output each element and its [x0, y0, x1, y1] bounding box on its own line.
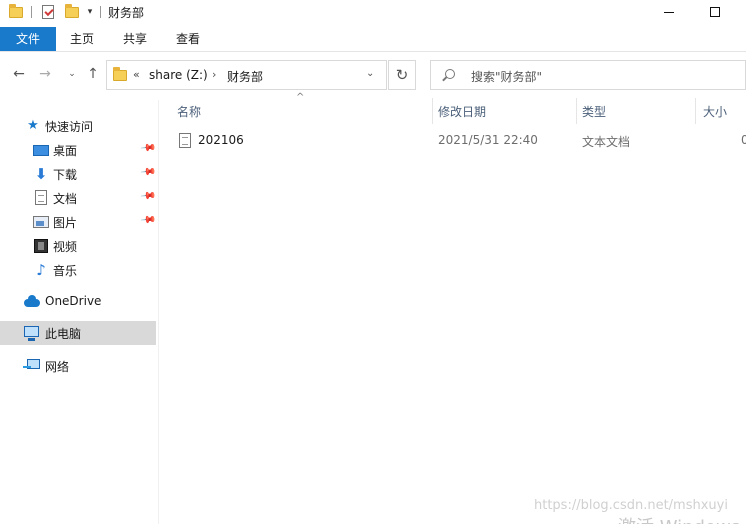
- title-bar: ▾ 财务部: [0, 0, 746, 24]
- file-type: 文本文档: [582, 135, 631, 149]
- column-divider[interactable]: [576, 98, 577, 124]
- desktop-icon: [33, 145, 49, 156]
- divider: [100, 6, 101, 18]
- file-modified: 2021/5/31 22:40: [438, 133, 538, 147]
- documents-icon: [35, 190, 47, 205]
- sidebar-item-pictures[interactable]: 图片 📌: [0, 210, 157, 234]
- folder-icon: [113, 67, 127, 81]
- sidebar-item-label: 图片: [53, 216, 78, 230]
- address-segment-folder[interactable]: 财务部: [227, 68, 263, 85]
- pin-icon[interactable]: 📌: [140, 212, 157, 228]
- new-folder-icon[interactable]: [64, 3, 80, 20]
- chevron-down-icon[interactable]: ▾: [84, 4, 96, 20]
- search-placeholder: 搜索"财务部": [471, 70, 543, 84]
- tab-file[interactable]: 文件: [0, 27, 56, 51]
- pictures-icon: [33, 216, 49, 228]
- forward-arrow-icon[interactable]: →: [37, 66, 53, 82]
- sidebar-item-documents[interactable]: 文档 📌: [0, 186, 157, 210]
- sidebar-item-quick-access[interactable]: ★ 快速访问: [0, 114, 156, 138]
- sidebar-item-label: 网络: [45, 360, 70, 374]
- column-divider[interactable]: [432, 98, 433, 124]
- sort-ascending-icon: ^: [296, 92, 305, 103]
- column-header-name[interactable]: 名称: [177, 103, 201, 125]
- column-header-type[interactable]: 类型: [582, 103, 606, 125]
- pin-icon[interactable]: 📌: [140, 140, 157, 156]
- sidebar-item-this-pc[interactable]: 此电脑: [0, 321, 156, 345]
- activation-watermark: 激活 Windows: [618, 513, 740, 524]
- music-icon: ♪: [36, 261, 46, 279]
- pane-divider: [158, 100, 159, 524]
- sidebar-item-network[interactable]: 网络: [0, 354, 156, 378]
- star-icon: ★: [27, 118, 39, 133]
- address-bar[interactable]: « share (Z:) › 财务部 ⌄: [106, 60, 387, 90]
- videos-icon: [34, 239, 48, 253]
- address-separator-icon[interactable]: ›: [212, 68, 216, 81]
- network-icon: [23, 359, 40, 369]
- properties-icon[interactable]: [40, 4, 56, 20]
- back-arrow-icon[interactable]: ←: [11, 66, 27, 82]
- sidebar-item-label: 下载: [53, 168, 78, 182]
- sidebar-item-label: OneDrive: [45, 294, 102, 308]
- sidebar-item-label: 文档: [53, 192, 78, 206]
- sidebar-item-label: 视频: [53, 240, 78, 254]
- sidebar-item-label: 桌面: [53, 144, 78, 158]
- sidebar-item-downloads[interactable]: ⬇ 下载 📌: [0, 162, 157, 186]
- sidebar-item-label: 音乐: [53, 264, 78, 278]
- file-name: 202106: [198, 133, 244, 147]
- search-icon: [445, 69, 455, 79]
- sidebar-item-music[interactable]: ♪ 音乐: [0, 258, 156, 282]
- maximize-button[interactable]: [692, 0, 738, 24]
- ribbon-tabs: 文件 主页 共享 查看: [0, 27, 746, 52]
- minimize-button[interactable]: [646, 0, 692, 24]
- tab-home[interactable]: 主页: [60, 27, 104, 51]
- sidebar-item-label: 此电脑: [45, 327, 82, 341]
- divider: [31, 6, 32, 18]
- sidebar-item-onedrive[interactable]: OneDrive: [0, 290, 156, 314]
- tab-view[interactable]: 查看: [166, 27, 210, 51]
- text-file-icon: [179, 133, 191, 148]
- column-header-modified[interactable]: 修改日期: [438, 103, 486, 125]
- search-box[interactable]: 搜索"财务部": [430, 60, 746, 90]
- address-overflow[interactable]: «: [133, 68, 140, 81]
- up-arrow-icon[interactable]: ↑: [85, 66, 101, 82]
- minimize-icon: [664, 11, 674, 13]
- sidebar-item-label: 快速访问: [45, 120, 94, 134]
- refresh-icon: ↻: [395, 66, 409, 84]
- pin-icon[interactable]: 📌: [140, 164, 157, 180]
- sidebar-item-desktop[interactable]: 桌面 📌: [0, 138, 157, 162]
- tab-share[interactable]: 共享: [113, 27, 157, 51]
- chevron-down-icon[interactable]: ⌄: [366, 68, 374, 79]
- computer-icon: [24, 326, 39, 341]
- navigation-bar: ← → ⌄ ↑ « share (Z:) › 财务部 ⌄ ↻ 搜索"财务部": [0, 58, 746, 92]
- sidebar-item-videos[interactable]: 视频: [0, 234, 156, 258]
- address-segment-drive[interactable]: share (Z:): [149, 68, 208, 82]
- pin-icon[interactable]: 📌: [140, 188, 157, 204]
- file-row[interactable]: 202106 2021/5/31 22:40 文本文档 0: [170, 129, 746, 151]
- recent-locations-chevron-icon[interactable]: ⌄: [64, 66, 80, 82]
- refresh-button[interactable]: ↻: [388, 60, 416, 90]
- window-title: 财务部: [108, 6, 145, 20]
- file-size: 0: [741, 133, 746, 147]
- maximize-icon: [710, 7, 720, 17]
- watermark: https://blog.csdn.net/mshxuyi: [534, 498, 728, 513]
- folder-icon: [8, 3, 24, 20]
- navigation-pane: ★ 快速访问 桌面 📌 ⬇ 下载 📌 文档 📌 图片 📌 视频 ♪ 音乐 One…: [0, 100, 158, 524]
- download-icon: ⬇: [34, 165, 48, 183]
- column-header-size[interactable]: 大小: [703, 103, 727, 125]
- column-divider[interactable]: [695, 98, 696, 124]
- cloud-icon: [24, 295, 40, 307]
